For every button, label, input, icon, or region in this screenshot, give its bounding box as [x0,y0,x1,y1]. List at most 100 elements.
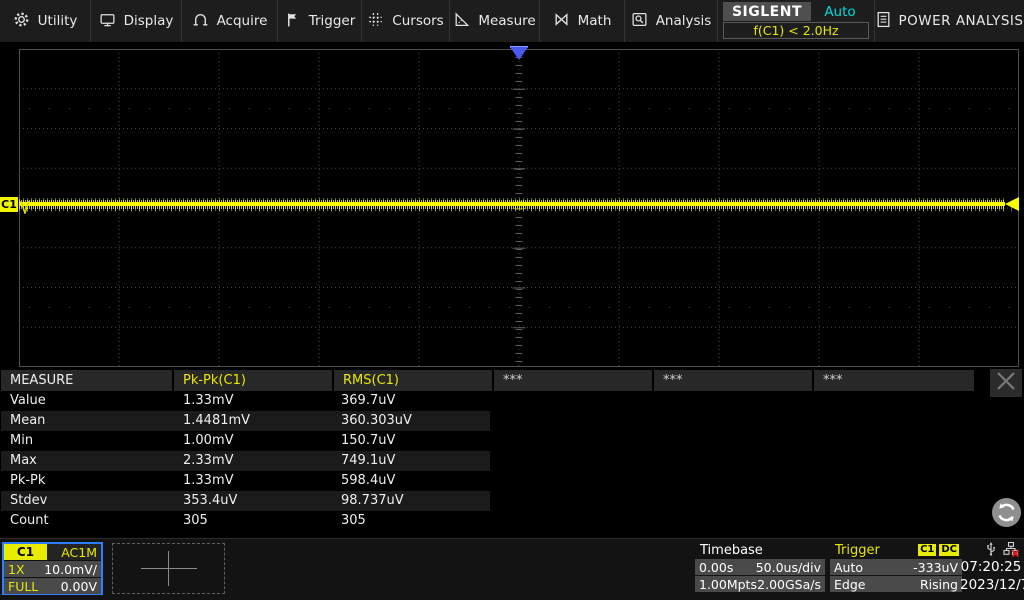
measure-table-rows: Value 1.33mV 369.7uV Mean 1.4481mV 360.3… [1,391,490,531]
menu-analysis[interactable]: Analysis [625,0,718,42]
menu-power-analysis[interactable]: POWER ANALYSIS [875,0,1024,42]
arch-icon [192,11,209,32]
table-row: Mean 1.4481mV 360.303uV [1,411,490,431]
table-row: Stdev 353.4uV 98.737uV [1,491,490,511]
close-icon [995,371,1017,395]
menu-cursors[interactable]: Cursors [362,0,450,42]
stat-value: 749.1uV [332,451,490,471]
trigger-slope: Rising [920,577,958,592]
stat-label: Value [1,391,174,411]
timebase-scale: 50.0us/div [756,560,821,575]
trigger-coupling-badge: DC [939,544,959,556]
timebase-sample-rate: 2.00GSa/s [757,577,821,592]
trigger-source-badge: C1 [918,544,936,556]
gear-icon [13,11,30,32]
clock-time: 07:20:25 [960,558,1022,576]
menu-utility-label: Utility [38,13,78,29]
table-row: Max 2.33mV 749.1uV [1,451,490,471]
channel-coupling: AC1M [47,544,101,560]
siglent-logo: SIGLENT [723,2,811,21]
waveform-display: C1 [0,43,1024,368]
measure-col-empty-2[interactable]: *** [654,370,812,391]
c1-trace-spike [20,199,32,218]
measure-col-rms[interactable]: RMS(C1) [334,370,492,391]
channel-bandwidth: FULL [8,579,38,594]
brand-trigger-status-block: SIGLENT Auto f(C1) < 2.0Hz [718,0,875,42]
stat-value: 353.4uV [174,491,332,511]
magnifier-doc-icon [631,11,648,32]
stat-value: 1.33mV [174,471,332,491]
table-row: Pk-Pk 1.33mV 598.4uV [1,471,490,491]
trigger-level-value: -333uV [913,560,958,575]
lan-disconnected-icon[interactable] [1003,541,1019,560]
oscilloscope-screen: Utility Display Acquire Trigger Cursors … [0,0,1024,600]
stat-label: Pk-Pk [1,471,174,491]
stat-value: 360.303uV [332,411,490,431]
measure-col-empty-1[interactable]: *** [494,370,652,391]
measure-col-pkpk[interactable]: Pk-Pk(C1) [174,370,332,391]
bowtie-icon [553,11,570,32]
plus-icon [141,568,197,569]
menu-display-label: Display [124,13,174,29]
menu-trigger[interactable]: Trigger [278,0,362,42]
channel-scale: 10.0mV/ [44,562,97,577]
stat-value: 1.33mV [174,391,332,411]
plus-icon [168,551,169,586]
stat-value: 305 [174,511,332,531]
menu-measure[interactable]: Measure [450,0,540,42]
crosshair-grid-icon [367,11,384,32]
bottom-status-bar: C1 AC1M 1X 10.0mV/ FULL 0.00V Timebase 0… [0,538,1024,600]
system-status: 07:20:25 2023/12/7 [960,542,1022,594]
monitor-icon [99,11,116,32]
stat-label: Min [1,431,174,451]
menu-cursors-label: Cursors [392,13,443,29]
stat-label: Mean [1,411,174,431]
timebase-memory: 1.00Mpts [699,577,757,592]
measure-table-title: MEASURE [1,370,172,391]
table-row: Count 305 305 [1,511,490,531]
c1-channel-position-tag[interactable]: C1 [0,197,18,212]
acquisition-status[interactable]: Auto [811,2,869,21]
add-channel-slot[interactable] [112,543,225,594]
menu-math-label: Math [578,13,612,29]
menu-trigger-label: Trigger [309,13,356,29]
table-row: Min 1.00mV 150.7uV [1,431,490,451]
stat-value: 2.33mV [174,451,332,471]
refresh-icon [991,517,1022,532]
timebase-delay: 0.00s [699,560,733,575]
channel-probe: 1X [8,562,25,577]
channel-c1-descriptor[interactable]: C1 AC1M 1X 10.0mV/ FULL 0.00V [2,542,103,595]
c1-trace [19,202,1005,206]
stat-label: Stdev [1,491,174,511]
measure-panel: MEASURE Pk-Pk(C1) RMS(C1) *** *** *** Va… [0,368,1024,538]
stat-value: 598.4uV [332,471,490,491]
menu-acquire-label: Acquire [217,13,268,29]
menu-math[interactable]: Math [540,0,625,42]
stat-value: 1.4481mV [174,411,332,431]
trigger-label: Trigger [835,543,915,558]
clock-date: 2023/12/7 [960,576,1022,594]
stat-value: 150.7uV [332,431,490,451]
measure-col-empty-3[interactable]: *** [814,370,974,391]
menu-display[interactable]: Display [91,0,182,42]
trigger-mode: Auto [834,560,863,575]
usb-icon[interactable] [985,541,997,560]
trigger-level-marker[interactable] [1005,197,1019,211]
stat-value: 305 [332,511,490,531]
stat-label: Max [1,451,174,471]
menu-measure-label: Measure [478,13,535,29]
flag-icon [284,11,301,32]
trigger-position-marker[interactable] [510,47,528,60]
measure-table-header: MEASURE Pk-Pk(C1) RMS(C1) *** *** *** [1,370,974,391]
stat-value: 1.00mV [174,431,332,451]
trigger-type: Edge [834,577,865,592]
trigger-descriptor[interactable]: Trigger C1 DC Auto -333uV Edge Rising [830,542,962,592]
statistics-reset-button[interactable] [991,497,1022,528]
menu-acquire[interactable]: Acquire [182,0,278,42]
measure-close-button[interactable] [990,369,1022,397]
menu-utility[interactable]: Utility [0,0,91,42]
timebase-descriptor[interactable]: Timebase 0.00s 50.0us/div 1.00Mpts 2.00G… [695,542,825,592]
trigger-frequency-readout: f(C1) < 2.0Hz [723,22,869,39]
timebase-label: Timebase [695,542,825,558]
stat-label: Count [1,511,174,531]
